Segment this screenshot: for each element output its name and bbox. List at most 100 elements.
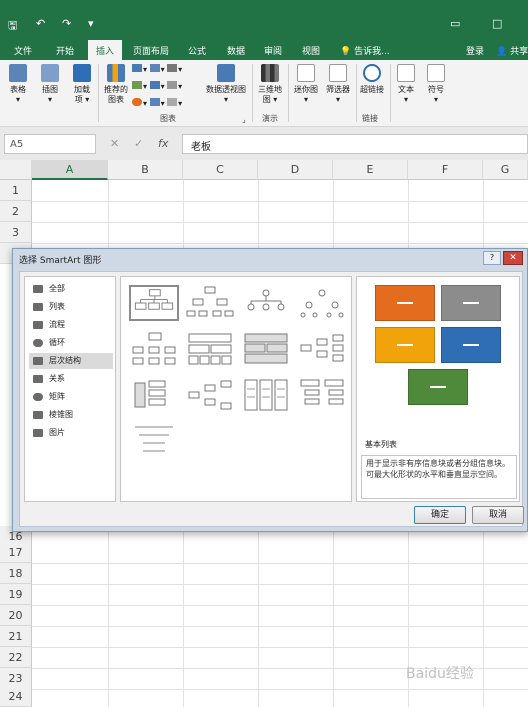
tell-me-search[interactable]: 💡 告诉我... (340, 44, 390, 57)
row-header[interactable]: 22 (0, 647, 32, 668)
category-all[interactable]: 全部 (29, 281, 113, 297)
statistic-chart-icon[interactable] (149, 81, 160, 89)
hierarchy-thumbnail[interactable] (185, 285, 235, 321)
column-header[interactable]: F (408, 160, 483, 180)
column-header[interactable]: A (32, 160, 108, 180)
gridline (32, 647, 528, 648)
category-label: 图片 (49, 428, 65, 437)
category-label: 全部 (49, 284, 65, 293)
row-header[interactable]: 21 (0, 626, 32, 647)
hierarchy-chart-icon[interactable] (149, 64, 160, 72)
cancel-icon[interactable]: ✕ (110, 137, 119, 150)
customize-quick-access-icon[interactable]: ▾ (88, 17, 94, 30)
tab-insert[interactable]: 插入 (88, 40, 123, 60)
category-matrix[interactable]: 矩阵 (29, 389, 113, 405)
redo-icon[interactable]: ↷ (62, 17, 71, 30)
recommended-charts-button[interactable]: 推荐的 图表 (102, 64, 130, 105)
table-hierarchy-thumbnail[interactable] (185, 331, 235, 367)
relationship-icon (33, 375, 43, 383)
row-header[interactable]: 17 (0, 542, 32, 563)
horizontal-org-thumbnail[interactable] (185, 377, 235, 413)
waterfall-chart-icon[interactable] (167, 64, 178, 72)
cancel-button[interactable]: 取消 (472, 506, 524, 524)
column-header[interactable]: E (333, 160, 408, 180)
smartart-dialog: 选择 SmartArt 图形 ? ✕ 全部 列表 流程 循环 层次结构 关系 矩… (12, 248, 528, 532)
sparklines-button[interactable]: 迷你图 ▾ (292, 64, 320, 105)
undo-icon[interactable]: ↶ (36, 17, 45, 30)
category-pyramid[interactable]: 棱锥图 (29, 407, 113, 423)
preview-box-yellow (375, 327, 435, 363)
select-all-corner[interactable] (0, 160, 32, 180)
column-header[interactable]: D (258, 160, 333, 180)
maximize-window-button[interactable]: □ (492, 17, 502, 30)
text-button[interactable]: 文本 ▾ (394, 64, 418, 105)
row-header[interactable]: 2 (0, 201, 32, 222)
pivotchart-label: 数据透视图 (206, 85, 246, 94)
circle-hierarchy-thumbnail[interactable] (241, 285, 291, 321)
charts-dialog-launcher-icon[interactable]: ⌟ (242, 115, 246, 124)
illustrations-button[interactable]: 插图 ▾ (38, 64, 62, 105)
3d-map-button[interactable]: 三维地 图 ▾ (256, 64, 284, 105)
pie-chart-icon[interactable] (132, 98, 142, 106)
bar-chart-icon[interactable] (149, 98, 160, 106)
architecture-layout-thumbnail[interactable] (241, 331, 291, 367)
column-header[interactable]: C (183, 160, 258, 180)
row-header[interactable]: 24 (0, 686, 32, 707)
formula-input[interactable]: 老板 (182, 134, 528, 154)
tab-review[interactable]: 审阅 (264, 44, 282, 57)
help-button[interactable]: ? (483, 251, 501, 265)
share-button[interactable]: 👤 共享 (496, 44, 528, 57)
tab-view[interactable]: 视图 (302, 44, 320, 57)
share-label: 共享 (510, 47, 528, 57)
tab-formulas[interactable]: 公式 (188, 44, 206, 57)
category-picture[interactable]: 图片 (29, 425, 113, 441)
category-process[interactable]: 流程 (29, 317, 113, 333)
column-header[interactable]: B (108, 160, 183, 180)
enter-icon[interactable]: ✓ (134, 137, 143, 150)
category-cycle[interactable]: 循环 (29, 335, 113, 351)
hyperlink-button[interactable]: 超链接 (358, 64, 386, 95)
filters-button[interactable]: 筛选器 ▾ (324, 64, 352, 105)
text-icon (397, 64, 415, 82)
dialog-close-button[interactable]: ✕ (503, 251, 523, 265)
category-relationship[interactable]: 关系 (29, 371, 113, 387)
row-header[interactable]: 18 (0, 563, 32, 584)
vertical-hierarchy-thumbnail[interactable] (129, 377, 179, 413)
restore-window-button[interactable]: ▭ (450, 17, 460, 30)
list-icon (33, 303, 43, 311)
org-chart-thumbnail[interactable] (129, 285, 179, 321)
name-title-org-thumbnail[interactable] (129, 331, 179, 367)
row-header[interactable]: 19 (0, 584, 32, 605)
hierarchy-list-thumbnail[interactable] (297, 377, 347, 413)
column-header[interactable]: G (483, 160, 528, 180)
row-header[interactable]: 1 (0, 180, 32, 201)
horizontal-hierarchy-thumbnail[interactable] (297, 331, 347, 367)
tables-label: 表格 (10, 85, 26, 94)
save-icon[interactable]: 🖫 (8, 17, 17, 36)
labeled-hierarchy-thumbnail[interactable] (297, 285, 347, 321)
ok-button[interactable]: 确定 (414, 506, 466, 524)
category-label: 流程 (49, 320, 65, 329)
line-chart-icon[interactable] (132, 81, 142, 89)
pivotchart-button[interactable]: 数据透视图 ▾ (204, 64, 248, 105)
tab-data[interactable]: 数据 (227, 44, 245, 57)
row-header[interactable]: 20 (0, 605, 32, 626)
insert-function-icon[interactable]: fx (158, 137, 168, 150)
addins-button[interactable]: 加载 项 ▾ (70, 64, 94, 105)
scatter-chart-icon[interactable] (167, 98, 178, 106)
column-chart-icon[interactable] (132, 64, 142, 72)
tab-home[interactable]: 开始 (56, 44, 74, 57)
combo-chart-icon[interactable] (167, 81, 178, 89)
tables-button[interactable]: 表格 ▾ (6, 64, 30, 105)
text-hierarchy-thumbnail[interactable] (129, 423, 179, 459)
category-hierarchy[interactable]: 层次结构 (29, 353, 113, 369)
category-list-item[interactable]: 列表 (29, 299, 113, 315)
symbols-button[interactable]: 符号 ▾ (424, 64, 448, 105)
tab-file[interactable]: 文件 (14, 44, 32, 57)
lined-list-hierarchy-thumbnail[interactable] (241, 377, 291, 413)
name-box[interactable]: A5 (4, 134, 96, 154)
row-header[interactable]: 3 (0, 222, 32, 243)
login-link[interactable]: 登录 (466, 44, 484, 57)
tab-page-layout[interactable]: 页面布局 (133, 44, 169, 57)
recommended-charts-icon (107, 64, 125, 82)
